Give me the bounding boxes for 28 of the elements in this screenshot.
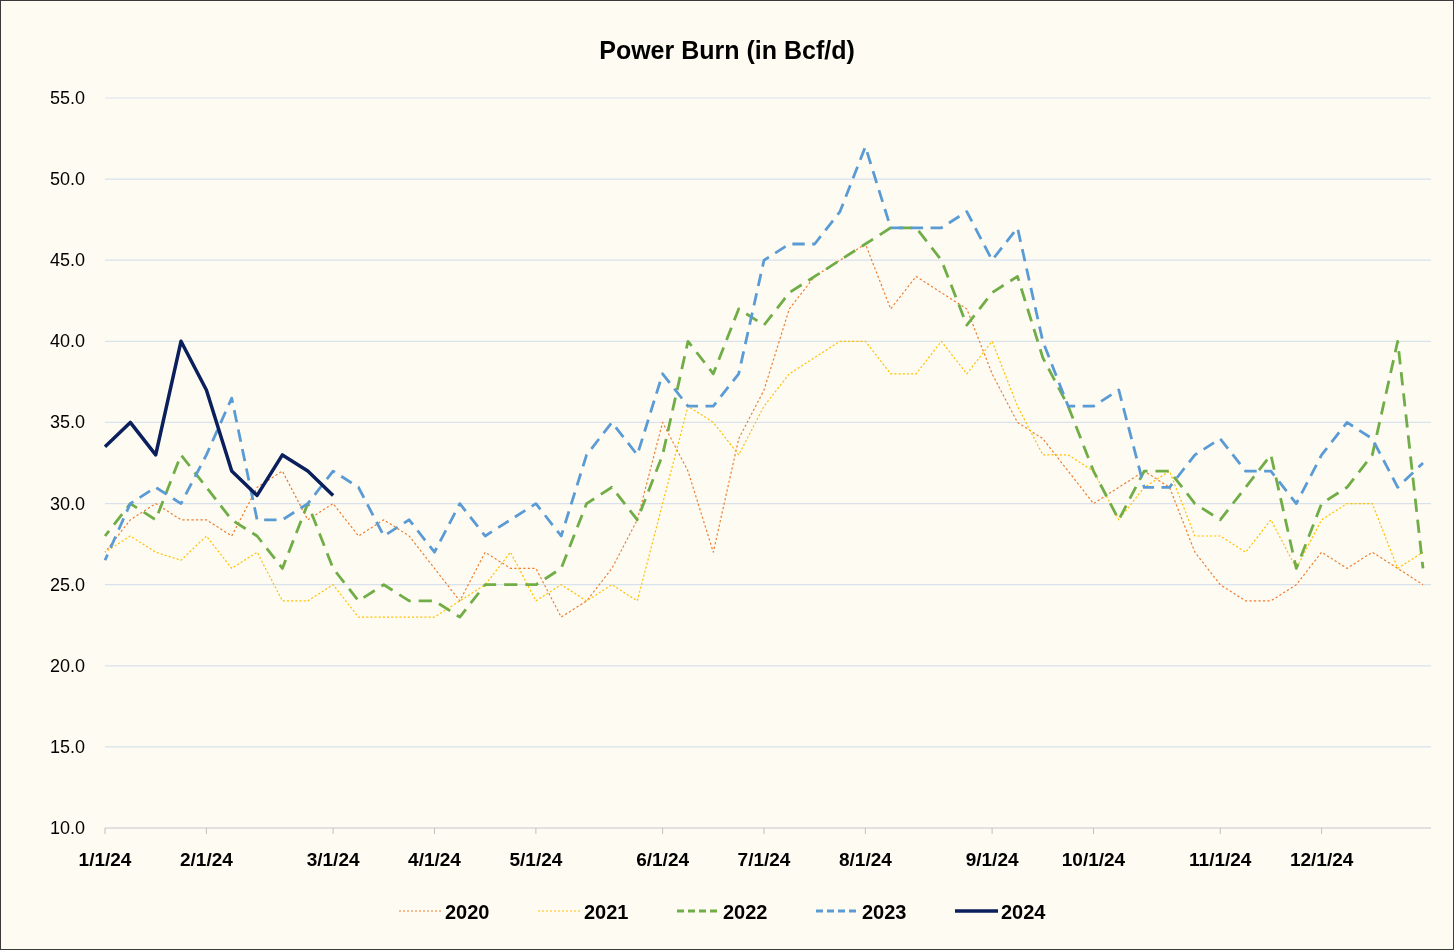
legend-label: 2023 [862,901,907,923]
y-axis-label: 15.0 [49,736,85,757]
y-axis-label: 50.0 [49,169,85,190]
x-axis-label: 3/1/24 [306,849,360,870]
chart-title: Power Burn (in Bcf/d) [599,36,855,64]
x-axis-label: 1/1/24 [78,849,132,870]
x-axis-label: 9/1/24 [965,849,1019,870]
x-axis-label: 11/1/24 [1189,849,1252,870]
y-axis-label: 40.0 [49,331,85,352]
legend-label: 2020 [445,901,490,923]
legend-label: 2021 [584,901,629,923]
x-axis-label: 5/1/24 [509,849,563,870]
y-axis-label: 25.0 [49,574,85,595]
x-axis-label: 8/1/24 [838,849,892,870]
y-axis-label: 10.0 [49,818,85,838]
y-axis-label: 20.0 [49,655,85,676]
x-axis-label: 7/1/24 [737,849,791,870]
x-axis-label: 10/1/24 [1061,849,1126,870]
y-axis-label: 55.0 [49,88,85,108]
x-axis-label: 4/1/24 [408,849,461,870]
x-axis-label: 6/1/24 [636,849,690,870]
x-axis-label: 12/1/24 [1289,849,1354,870]
x-axis-label: 2/1/24 [179,849,233,870]
y-axis-label: 45.0 [49,250,85,271]
legend-label: 2024 [1001,901,1046,923]
y-axis-label: 30.0 [49,493,85,514]
legend-label: 2022 [723,901,768,923]
y-axis-label: 35.0 [49,412,85,433]
